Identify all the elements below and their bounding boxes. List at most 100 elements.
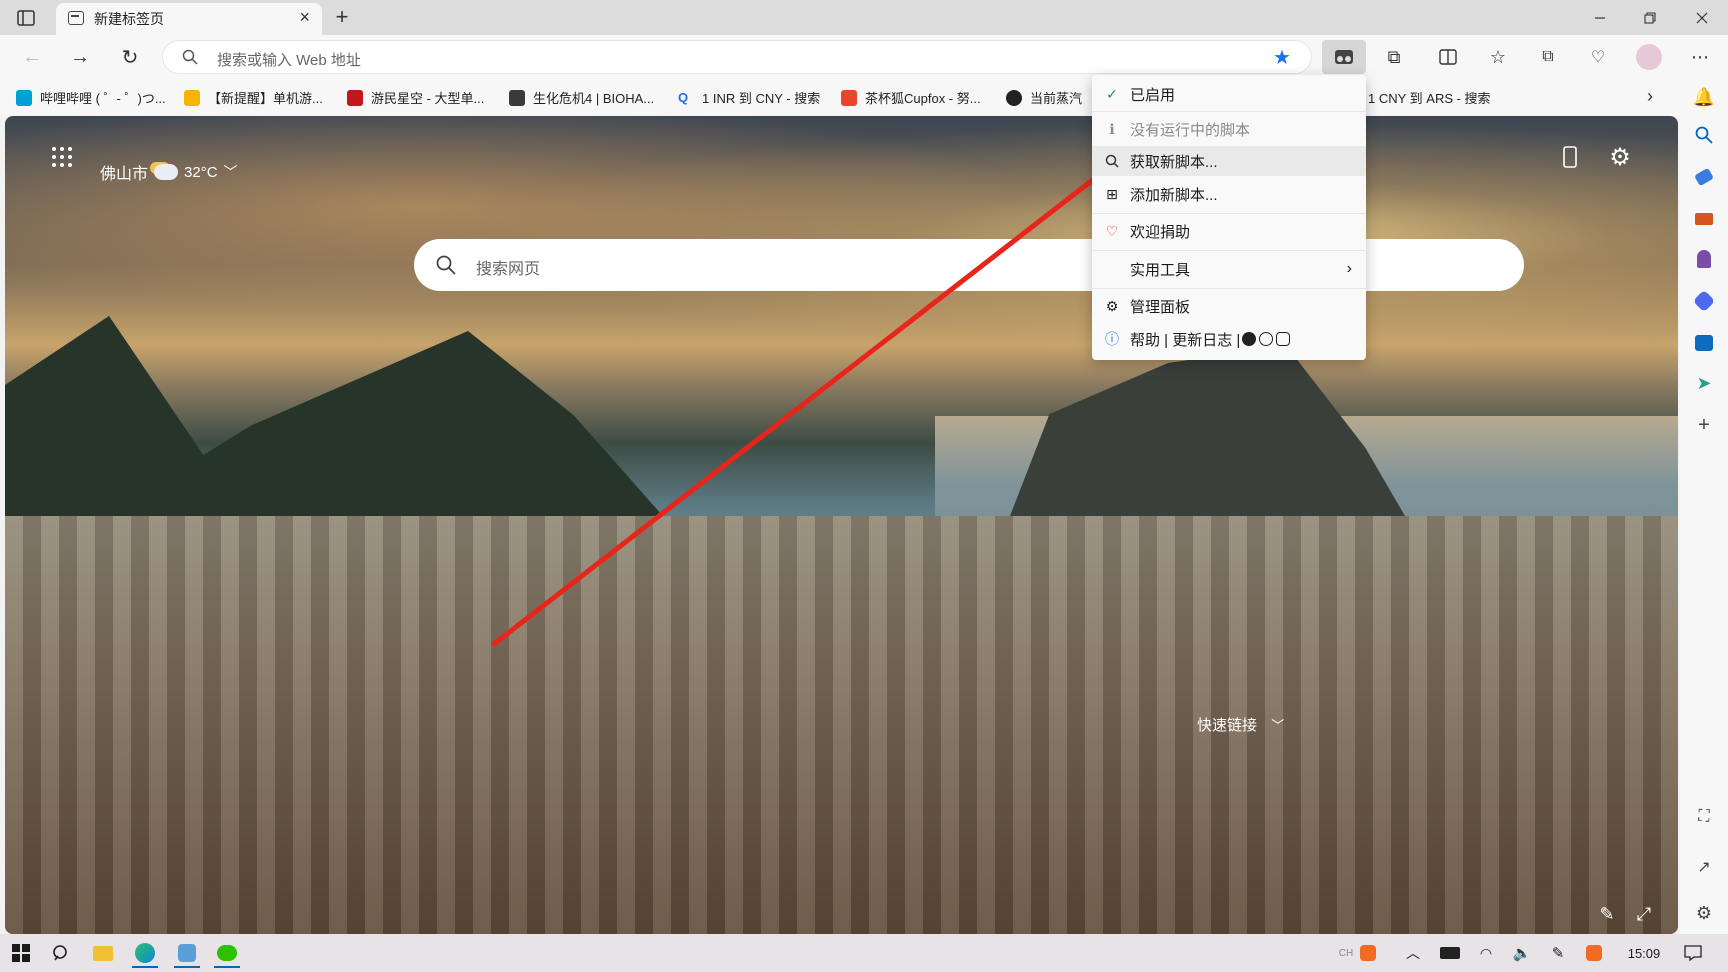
weather-widget[interactable]: 佛山市 32°C ﹀ [100,160,238,184]
send-icon[interactable]: ➤ [1692,371,1716,395]
menu-item-utilities[interactable]: 实用工具 › [1092,254,1366,284]
refresh-icon[interactable]: ↻ [118,45,142,69]
profile-avatar[interactable] [1636,44,1662,70]
menu-item-enabled[interactable]: ✓ 已启用 [1092,79,1366,109]
favorites-icon[interactable]: ☆ [1486,45,1510,69]
chevron-down-icon: ﹀ [1271,718,1285,733]
heart-icon: ♡ [1105,222,1119,239]
volume-icon[interactable]: 🔈 [1510,940,1534,966]
bookmarks-more-icon[interactable]: › [1640,86,1660,106]
check-icon: ✓ [1106,85,1118,102]
collections-icon[interactable]: ⧉ [1536,45,1560,69]
sougou-icon[interactable] [1582,940,1606,966]
quick-links-toggle[interactable]: 快速链接 ﹀ [1197,714,1284,735]
search-icon[interactable] [48,940,74,966]
tampermonkey-menu: ✓ 已启用 ℹ 没有运行中的脚本 获取新脚本... ⊞ 添加新脚本... ♡ 欢… [1092,75,1366,360]
taskbar [0,934,1728,972]
search-placeholder: 搜索网页 [476,261,541,278]
outlook-icon[interactable] [1692,331,1716,355]
tools-icon[interactable] [1692,207,1716,231]
ime-indicator[interactable]: CH [1336,940,1356,966]
back-icon[interactable]: ← [20,45,44,69]
new-tab-button[interactable]: + [330,4,354,30]
file-explorer-icon[interactable] [90,940,116,966]
edge-sidebar: 🔔 ➤ + ⛶ ↗ ⚙ [1680,79,1728,934]
close-window-button[interactable] [1690,6,1714,30]
sidebar-settings-icon[interactable]: ⚙ [1692,901,1716,925]
notification-bell-icon[interactable]: 🔔 [1692,85,1716,109]
folder-icon [184,89,200,106]
bookmark-item[interactable]: Q 1 INR 到 CNY - 搜索 [678,88,820,107]
shopping-tag-icon[interactable] [1692,165,1716,189]
facebook-icon[interactable] [1259,332,1273,346]
games-icon[interactable] [1692,247,1716,271]
add-icon[interactable]: + [1692,413,1716,437]
clock[interactable]: 15:09 [1622,940,1666,966]
github-icon[interactable] [1242,332,1256,346]
search-icon[interactable] [1692,123,1716,147]
bookmark-item[interactable]: 【新提醒】单机游... [184,88,323,107]
bookmark-item[interactable]: 哔哩哔哩 ( ゜- ゜)つ... [16,88,166,107]
bookmark-item[interactable]: 当前蒸汽 [1006,88,1082,107]
menu-divider [1092,288,1366,289]
search-icon [434,253,458,277]
instagram-icon[interactable] [1276,332,1290,346]
notification-center-icon[interactable] [1680,940,1706,966]
tab-actions-icon[interactable] [16,8,36,28]
pen-icon[interactable]: ✎ [1546,940,1570,966]
biohazard-icon [509,89,525,106]
info-small-icon: ℹ [1109,120,1115,137]
tampermonkey-extension-icon[interactable] [1322,40,1366,74]
close-tab-icon[interactable]: × [299,7,310,28]
quick-links-label: 快速链接 [1197,717,1258,734]
bookmark-item[interactable]: 茶杯狐Cupfox - 努... [841,88,981,107]
menu-divider [1092,213,1366,214]
edge-browser-icon[interactable] [132,940,158,968]
forward-icon[interactable]: → [68,45,92,69]
open-external-icon[interactable]: ↗ [1692,855,1716,879]
fullscreen-icon[interactable]: ⤢ [1632,902,1656,926]
app-icon[interactable] [174,940,200,968]
chevron-right-icon: › [1346,260,1352,277]
wifi-icon[interactable]: ◠ [1474,940,1498,966]
favorite-star-icon[interactable]: ★ [1271,46,1293,69]
customize-icon[interactable]: ✎ [1595,902,1619,926]
sougou-input-icon[interactable] [1356,940,1380,966]
extensions-icon[interactable]: ⧉ [1382,45,1406,69]
menu-item-donate[interactable]: ♡ 欢迎捐助 [1092,216,1366,246]
microsoft-365-icon[interactable] [1692,289,1716,313]
wechat-icon[interactable] [214,940,240,968]
menu-item-add-new-script[interactable]: ⊞ 添加新脚本... [1092,179,1366,209]
background-town [5,516,1678,934]
chevron-down-icon[interactable]: ﹀ [224,162,238,182]
page-settings-icon[interactable]: ⚙ [1605,142,1635,172]
bookmark-item[interactable]: 生化危机4 | BIOHA... [509,88,654,107]
menu-item-dashboard[interactable]: ⚙ 管理面板 [1092,291,1366,321]
title-bar: 新建标签页 × + [0,0,1728,35]
city-label: 佛山市 [100,166,149,183]
menu-divider [1092,111,1366,112]
split-screen-icon[interactable] [1436,45,1460,69]
phone-icon[interactable] [1557,144,1583,170]
restore-button[interactable] [1638,6,1662,30]
temperature-label: 32°C [184,163,218,181]
apps-grid-icon[interactable] [49,144,75,170]
menu-divider [1092,250,1366,251]
screenshot-icon[interactable]: ⛶ [1692,805,1716,829]
chevron-up-icon[interactable]: ︿ [1402,940,1424,966]
health-icon[interactable]: ♡ [1586,45,1610,69]
menu-item-get-new-scripts[interactable]: 获取新脚本... [1092,146,1366,176]
tab-new-tab[interactable]: 新建标签页 × [56,3,322,35]
info-icon: ⓘ [1105,331,1119,347]
partly-cloudy-icon [154,164,179,180]
gear-icon: ⚙ [1105,297,1119,314]
windows-start-icon[interactable] [8,940,34,966]
menu-item-help[interactable]: ⓘ 帮助 | 更新日志 | [1092,324,1366,354]
bookmark-item[interactable]: 游民星空 - 大型单... [347,88,484,107]
address-bar[interactable]: 搜索或输入 Web 地址 ★ [162,40,1312,74]
more-menu-icon[interactable]: ⋯ [1688,45,1712,69]
bilibili-icon [16,89,32,106]
minimize-button[interactable] [1588,6,1612,30]
battery-icon[interactable] [1438,940,1462,966]
bookmark-item[interactable]: 1 CNY 到 ARS - 搜索 [1368,88,1491,107]
